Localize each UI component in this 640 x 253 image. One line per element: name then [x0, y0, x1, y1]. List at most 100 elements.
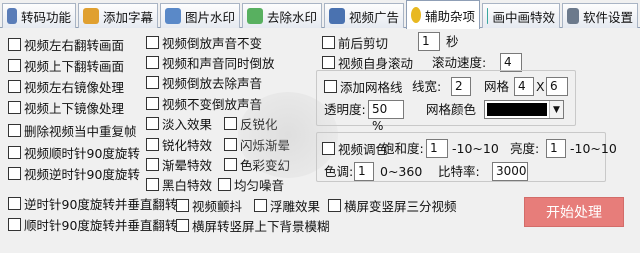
rotate-cw-90-checkbox[interactable]: 视频顺时针90度旋转: [8, 143, 140, 161]
landscape-to-portrait-blur-checkbox[interactable]: 横屏转竖屏上下背景模糊: [176, 216, 330, 234]
gear-icon: [7, 8, 17, 24]
tab-transcode[interactable]: 转码功能: [2, 3, 76, 28]
checkbox-box[interactable]: [322, 141, 335, 155]
sharpen-checkbox[interactable]: 锐化特效: [146, 135, 212, 153]
checkbox-box[interactable]: [322, 35, 335, 49]
checkbox-box[interactable]: [8, 123, 21, 137]
checkbox-box[interactable]: [254, 198, 267, 212]
checkbox-label: 浮雕效果: [270, 198, 321, 214]
flicker-vignette-checkbox[interactable]: 闪烁渐晕: [224, 135, 290, 153]
flip-horizontal-checkbox[interactable]: 视频左右翻转画面: [8, 35, 124, 53]
checkbox-label: 视频倒放去除声音: [162, 75, 263, 91]
checkbox-label: 横屏转竖屏上下背景模糊: [192, 218, 330, 234]
uniform-noise-checkbox[interactable]: 均匀噪音: [218, 175, 284, 193]
rotate-ccw-90-checkbox[interactable]: 视频逆时针90度旋转: [8, 164, 140, 182]
grid-color-label: 网格颜色: [426, 102, 477, 117]
reverse-video-audio-checkbox[interactable]: 视频和声音同时倒放: [146, 53, 275, 71]
emboss-checkbox[interactable]: 浮雕效果: [254, 196, 320, 214]
tab-remove-watermark[interactable]: 去除水印: [242, 3, 322, 28]
tab-subtitles[interactable]: 添加字幕: [78, 3, 158, 28]
checkbox-box[interactable]: [146, 75, 159, 89]
tab-label: 转码功能: [20, 9, 71, 25]
audio-reverse-only-checkbox[interactable]: 视频不变倒放声音: [146, 94, 262, 112]
grid-rows-input[interactable]: 4: [514, 77, 534, 96]
bitrate-input[interactable]: 3000: [492, 162, 528, 181]
checkbox-label: 色彩变幻: [240, 157, 291, 173]
checkbox-label: 视频左右镜像处理: [24, 79, 125, 95]
vignette-checkbox[interactable]: 渐晕特效: [146, 155, 212, 173]
checkbox-box[interactable]: [8, 217, 21, 231]
checkbox-box[interactable]: [8, 196, 21, 210]
checkbox-box[interactable]: [8, 100, 21, 114]
cw90-vflip-checkbox[interactable]: 顺时针90度旋转并垂直翻转: [8, 215, 177, 233]
video-tone-checkbox[interactable]: 视频调色: [322, 139, 388, 157]
ccw90-vflip-checkbox[interactable]: 逆时针90度旋转并垂直翻转: [8, 194, 177, 212]
reverse-keep-audio-checkbox[interactable]: 视频倒放声音不变: [146, 33, 262, 51]
checkbox-box[interactable]: [8, 166, 21, 180]
opacity-label: 透明度:: [324, 102, 366, 117]
tab-label: 去除水印: [266, 9, 317, 25]
checkbox-box[interactable]: [224, 116, 237, 130]
checkbox-box[interactable]: [176, 218, 189, 232]
checkbox-label: 删除视频当中重复帧: [24, 123, 137, 139]
brightness-input[interactable]: 1: [546, 139, 566, 158]
tab-pip-effects[interactable]: 画中画特效: [482, 3, 560, 28]
checkbox-box[interactable]: [328, 198, 341, 212]
grid-cols-input[interactable]: 6: [546, 77, 568, 96]
checkbox-label: 视频上下镜像处理: [24, 100, 125, 116]
checkbox-box[interactable]: [146, 137, 159, 151]
remove-duplicate-frames-checkbox[interactable]: 删除视频当中重复帧: [8, 121, 137, 139]
checkbox-box[interactable]: [146, 55, 159, 69]
saturation-label: 饱和度:: [382, 141, 424, 156]
auto-scroll-checkbox[interactable]: 视频自身滚动: [322, 53, 413, 71]
checkbox-box[interactable]: [322, 55, 335, 69]
opacity-input[interactable]: 50 %: [368, 100, 404, 133]
checkbox-box[interactable]: [146, 35, 159, 49]
checkbox-box[interactable]: [224, 137, 237, 151]
checkbox-box[interactable]: [8, 58, 21, 72]
saturation-input[interactable]: 1: [426, 139, 448, 158]
clip-seconds-input[interactable]: 1: [418, 32, 440, 51]
tab-video-ads[interactable]: 视频广告: [324, 3, 404, 28]
start-button[interactable]: 开始处理: [524, 197, 624, 227]
video-shake-checkbox[interactable]: 视频颤抖: [176, 196, 242, 214]
grid-color-select[interactable]: ▼: [484, 100, 564, 119]
checkbox-box[interactable]: [146, 177, 159, 191]
clip-checkbox[interactable]: 前后剪切: [322, 33, 388, 51]
checkbox-box[interactable]: [146, 96, 159, 110]
checkbox-box[interactable]: [8, 79, 21, 93]
color-swatch: [487, 103, 547, 116]
checkbox-label: 黑白特效: [162, 177, 213, 193]
landscape-to-portrait-three-checkbox[interactable]: 横屏变竖屏三分视频: [328, 196, 457, 214]
checkbox-box[interactable]: [218, 177, 231, 191]
checkbox-box[interactable]: [8, 145, 21, 159]
checkbox-label: 淡入效果: [162, 116, 213, 132]
checkbox-label: 视频自身滚动: [338, 55, 414, 71]
mirror-vertical-checkbox[interactable]: 视频上下镜像处理: [8, 98, 124, 116]
checkbox-box[interactable]: [176, 198, 189, 212]
mirror-horizontal-checkbox[interactable]: 视频左右镜像处理: [8, 77, 124, 95]
checkbox-box[interactable]: [224, 157, 237, 171]
reverse-remove-audio-checkbox[interactable]: 视频倒放去除声音: [146, 73, 262, 91]
checkbox-label: 视频上下翻转画面: [24, 58, 125, 74]
flip-vertical-checkbox[interactable]: 视频上下翻转画面: [8, 56, 124, 74]
line-width-input[interactable]: 2: [451, 77, 471, 96]
checkbox-label: 均匀噪音: [234, 177, 285, 193]
tab-misc[interactable]: 辅助杂项: [406, 0, 480, 29]
chevron-down-icon[interactable]: ▼: [549, 101, 563, 118]
hue-input[interactable]: 1: [354, 162, 374, 181]
grid-size-label: 网格: [484, 79, 510, 94]
checkbox-box[interactable]: [324, 79, 337, 93]
fade-in-checkbox[interactable]: 淡入效果: [146, 114, 212, 132]
color-shift-checkbox[interactable]: 色彩变幻: [224, 155, 290, 173]
grid-lines-checkbox[interactable]: 添加网格线: [324, 77, 403, 95]
checkbox-box[interactable]: [8, 37, 21, 51]
unsharpen-checkbox[interactable]: 反锐化: [224, 114, 278, 132]
tab-image-watermark[interactable]: 图片水印: [160, 3, 240, 28]
tab-settings[interactable]: 软件设置: [562, 3, 638, 28]
brightness-label: 亮度:: [510, 141, 540, 156]
checkbox-label: 渐晕特效: [162, 157, 213, 173]
black-white-checkbox[interactable]: 黑白特效: [146, 175, 212, 193]
checkbox-box[interactable]: [146, 116, 159, 130]
checkbox-box[interactable]: [146, 157, 159, 171]
